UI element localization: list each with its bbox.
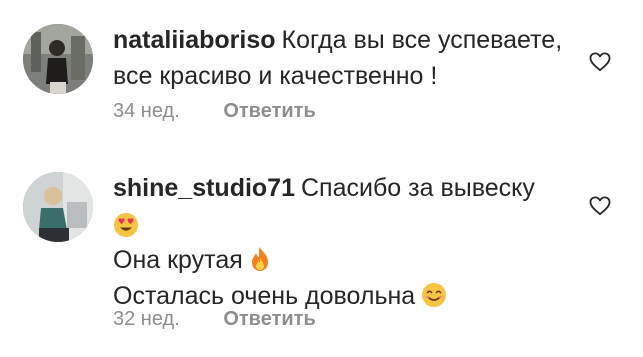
smiling-emoji: [422, 283, 447, 307]
reply-button[interactable]: Ответить: [223, 100, 315, 122]
heart-outline-icon[interactable]: [589, 52, 611, 72]
avatar[interactable]: [23, 24, 93, 94]
comment-emoji-line: [113, 206, 583, 242]
comment-text-line: Когда вы все успеваете,: [281, 26, 563, 54]
heart-outline-icon[interactable]: [589, 196, 611, 216]
comment-text-line: Она крутая: [113, 246, 243, 274]
comment-timestamp: 34 нед.: [113, 100, 180, 122]
comment-text-line: Осталась очень довольна: [113, 282, 416, 310]
reply-button[interactable]: Ответить: [223, 308, 315, 330]
comment-meta: 32 нед. Ответить: [113, 308, 316, 331]
comment-text-line: Спасибо за вывеску: [301, 174, 535, 202]
user-avatar-icon: [23, 24, 93, 94]
avatar[interactable]: [23, 172, 93, 242]
user-avatar-icon: [23, 172, 93, 242]
heart-eyes-emoji: [114, 213, 138, 237]
comment-body: nataliiaboriso Когда вы все успеваете, вс…: [113, 22, 583, 94]
comment-text-line: все красиво и качественно !: [113, 62, 438, 90]
comment-username[interactable]: shine_studio71: [113, 174, 295, 202]
comment-username[interactable]: nataliiaboriso: [113, 26, 276, 54]
fire-emoji: [251, 247, 268, 271]
comment-meta: 34 нед. Ответить: [113, 100, 316, 123]
comment-timestamp: 32 нед.: [113, 308, 180, 330]
comment-body: shine_studio71 Спасибо за вывеску Она кру…: [113, 170, 583, 314]
